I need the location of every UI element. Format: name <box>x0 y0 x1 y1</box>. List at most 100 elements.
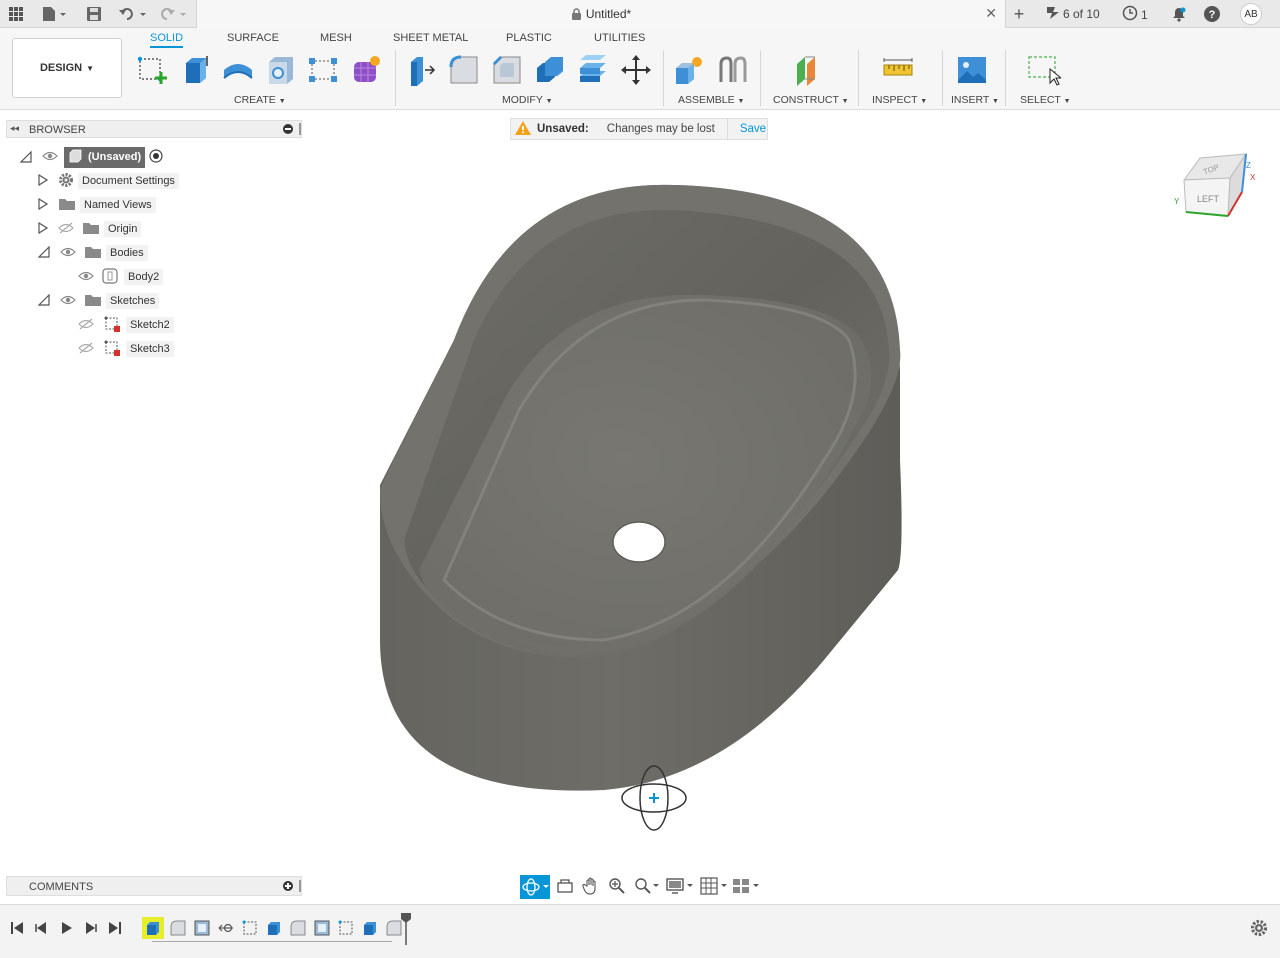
browser-item-sketch3[interactable]: Sketch3 <box>78 339 174 359</box>
visibility-eye-icon[interactable] <box>60 247 76 260</box>
timeline-feature-shell[interactable] <box>314 920 330 939</box>
file-menu-icon[interactable] <box>38 4 70 24</box>
pan-hand-icon[interactable] <box>582 876 600 898</box>
move-copy-icon[interactable] <box>620 54 652 86</box>
expand-triangle-icon[interactable] <box>38 173 49 189</box>
redo-icon[interactable] <box>156 4 190 24</box>
browser-item-named-views[interactable]: Named Views <box>38 195 156 215</box>
viewcube-left-label[interactable]: LEFT <box>1197 194 1220 204</box>
model-body-render[interactable] <box>304 140 1280 870</box>
hidden-eye-icon[interactable] <box>78 318 94 333</box>
go-to-end-icon[interactable] <box>108 921 122 938</box>
fillet-icon[interactable] <box>448 54 480 86</box>
create-sketch-icon[interactable] <box>137 54 169 86</box>
add-comment-icon[interactable] <box>283 881 293 891</box>
save-link[interactable]: Save <box>740 123 766 135</box>
assemble-menu[interactable]: ASSEMBLE ▼ <box>678 94 744 106</box>
document-tab[interactable]: Untitled* ✕ <box>196 0 1006 28</box>
zoom-icon[interactable] <box>608 877 626 898</box>
timeline-feature-sketch[interactable] <box>338 920 354 939</box>
job-status[interactable]: 6 of 10 <box>1046 5 1100 22</box>
inspect-menu[interactable]: INSPECT ▼ <box>872 94 927 106</box>
activate-radio-icon[interactable] <box>149 148 163 166</box>
timeline-feature-fillet[interactable] <box>170 920 186 939</box>
step-forward-icon[interactable] <box>84 921 98 938</box>
combine-icon[interactable] <box>577 54 609 86</box>
revolve-icon[interactable] <box>222 54 254 86</box>
viewports-icon[interactable] <box>732 877 760 898</box>
timeline-feature-fillet[interactable] <box>386 920 402 939</box>
browser-item-body2[interactable]: Body2 <box>78 267 164 287</box>
fit-zoom-window-icon[interactable] <box>634 877 660 898</box>
modify-menu[interactable]: MODIFY ▼ <box>502 94 553 106</box>
panel-resize-handle-icon[interactable] <box>299 123 301 135</box>
browser-item-sketch2[interactable]: Sketch2 <box>78 315 174 335</box>
shell-icon[interactable] <box>534 54 566 86</box>
construct-menu[interactable]: CONSTRUCT ▼ <box>773 94 849 106</box>
tab-sheet-metal[interactable]: SHEET METAL <box>393 32 468 44</box>
save-icon[interactable] <box>84 4 104 24</box>
visibility-eye-icon[interactable] <box>42 151 58 164</box>
browser-item-origin[interactable]: Origin <box>38 219 142 239</box>
display-settings-icon[interactable] <box>666 877 694 898</box>
user-avatar[interactable]: AB <box>1240 3 1262 25</box>
joint-icon[interactable] <box>717 54 749 86</box>
timeline-feature-extrude[interactable] <box>142 917 164 939</box>
comments-panel-header[interactable]: COMMENTS <box>6 876 302 896</box>
expand-triangle-icon[interactable] <box>38 221 49 237</box>
create-form-icon[interactable] <box>350 54 382 86</box>
tab-utilities[interactable]: UTILITIES <box>594 32 645 44</box>
pattern-icon[interactable] <box>307 54 339 86</box>
minimize-panel-icon[interactable] <box>283 124 293 134</box>
offset-plane-icon[interactable] <box>793 54 825 86</box>
expand-triangle-icon[interactable] <box>38 197 49 213</box>
new-component-icon[interactable] <box>673 54 705 86</box>
notifications-bell-icon[interactable] <box>1170 4 1188 24</box>
insert-menu[interactable]: INSERT ▼ <box>951 94 999 106</box>
tab-surface[interactable]: SURFACE <box>227 32 279 44</box>
3d-viewport[interactable]: TOP LEFT Z X Y <box>304 140 1280 870</box>
collapse-triangle-icon[interactable] <box>37 293 50 309</box>
app-grid-icon[interactable] <box>6 4 26 24</box>
help-icon[interactable]: ? <box>1202 4 1222 24</box>
view-cube[interactable]: TOP LEFT Z X Y <box>1170 140 1260 230</box>
workspace-switcher-button[interactable]: DESIGN ▼ <box>12 38 122 98</box>
hidden-eye-icon[interactable] <box>78 342 94 357</box>
press-pull-icon[interactable] <box>405 54 437 86</box>
step-back-icon[interactable] <box>34 921 48 938</box>
close-tab-icon[interactable]: ✕ <box>985 5 997 22</box>
hole-icon[interactable] <box>265 54 297 86</box>
timeline-feature-joint[interactable] <box>218 920 234 939</box>
extrude-icon[interactable] <box>180 54 212 86</box>
collapse-triangle-icon[interactable] <box>19 150 32 163</box>
undo-icon[interactable] <box>116 4 150 24</box>
hidden-eye-icon[interactable] <box>58 222 74 237</box>
timeline-feature-fillet[interactable] <box>290 920 306 939</box>
look-at-icon[interactable] <box>556 877 574 898</box>
timeline-feature-extrude[interactable] <box>362 920 378 939</box>
chamfer-icon[interactable] <box>491 54 523 86</box>
collapse-triangle-icon[interactable] <box>37 245 50 261</box>
browser-item-bodies[interactable]: Bodies <box>37 243 148 263</box>
browser-item-document-settings[interactable]: Document Settings <box>38 171 179 191</box>
measure-icon[interactable] <box>882 54 914 86</box>
tab-plastic[interactable]: PLASTIC <box>506 32 552 44</box>
new-tab-plus-icon[interactable]: + <box>1008 4 1030 24</box>
panel-resize-handle-icon[interactable] <box>299 880 301 892</box>
grid-settings-icon[interactable] <box>700 876 728 898</box>
select-menu[interactable]: SELECT ▼ <box>1020 94 1071 106</box>
visibility-eye-icon[interactable] <box>78 271 94 284</box>
tab-solid[interactable]: SOLID <box>150 32 184 48</box>
visibility-eye-icon[interactable] <box>60 295 76 308</box>
timeline-marker-handle[interactable] <box>401 913 411 948</box>
timeline-feature-extrude[interactable] <box>266 920 282 939</box>
create-menu[interactable]: CREATE ▼ <box>234 94 286 106</box>
go-to-start-icon[interactable] <box>10 921 24 938</box>
play-icon[interactable] <box>60 921 74 938</box>
tab-mesh[interactable]: MESH <box>320 32 352 44</box>
timeline-feature-shell[interactable] <box>194 920 210 939</box>
insert-image-icon[interactable] <box>956 54 988 86</box>
clock-status[interactable]: 1 <box>1122 5 1148 24</box>
orbit-tool-icon[interactable] <box>520 875 550 899</box>
browser-root-row[interactable]: (Unsaved) <box>19 146 163 168</box>
